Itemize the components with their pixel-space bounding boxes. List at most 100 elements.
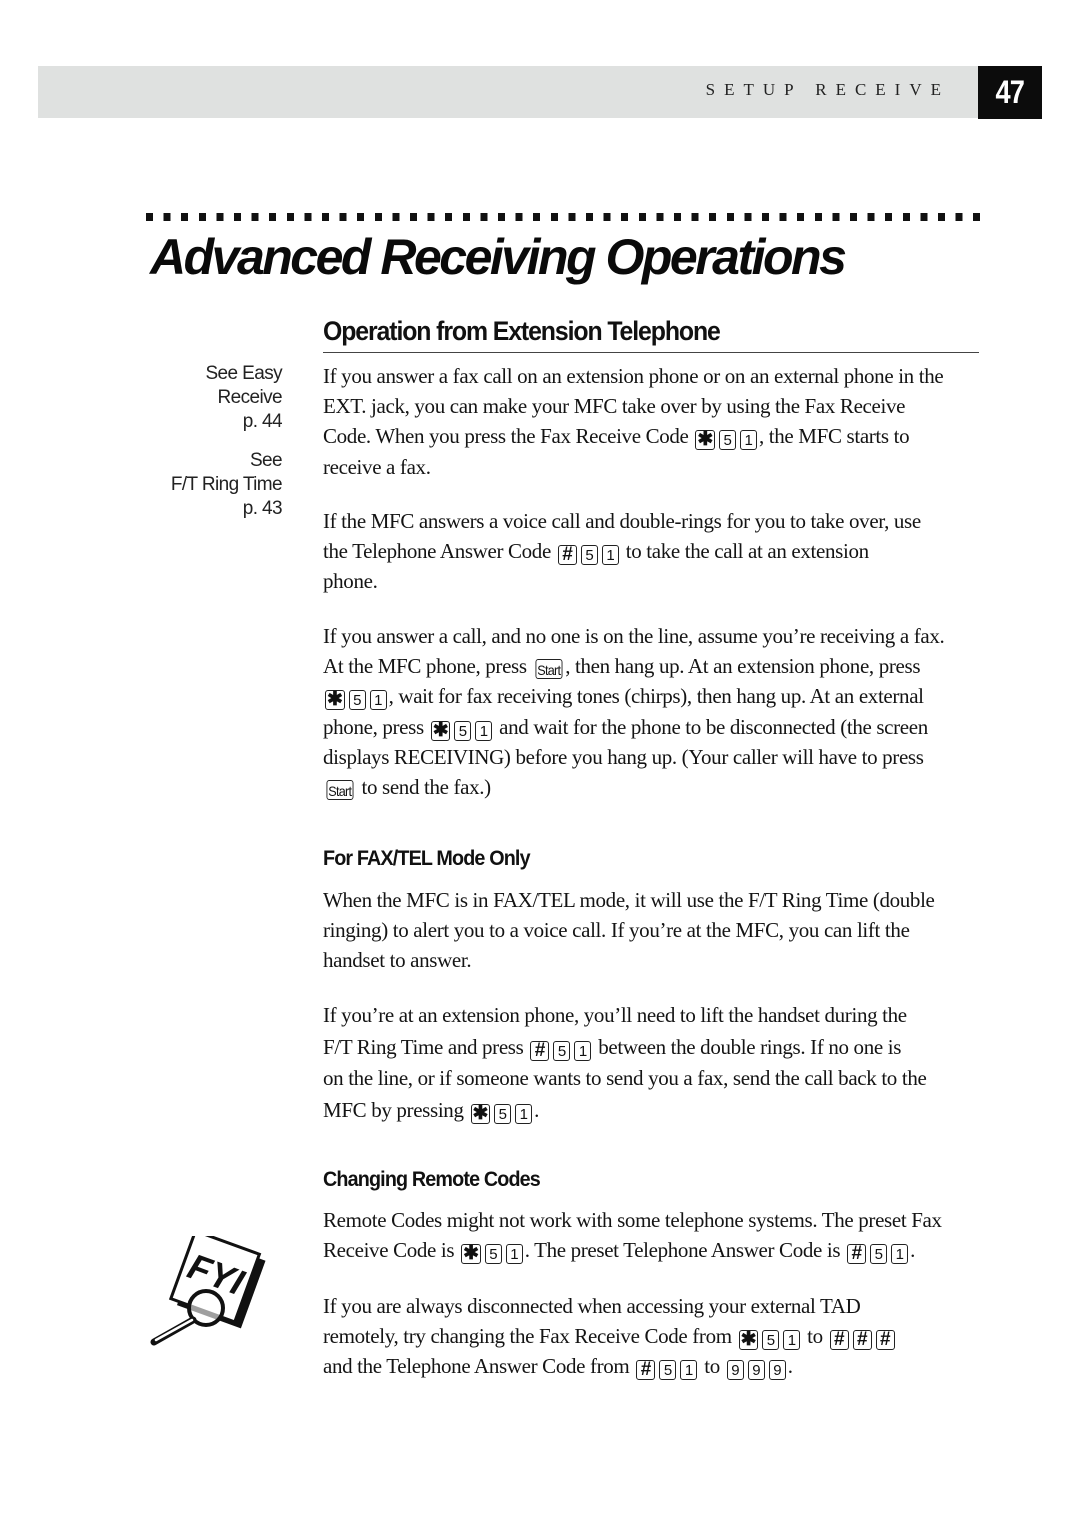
key-5-icon: 5 xyxy=(870,1244,888,1265)
paragraph-preset-codes: Remote Codes might not work with some te… xyxy=(323,1205,983,1265)
key-1-icon: 1 xyxy=(475,720,493,741)
text: F/T Ring Time and press xyxy=(323,1034,524,1059)
key-1-icon: 1 xyxy=(740,430,757,451)
text-line: Code. When you press the Fax Receive Cod… xyxy=(323,421,983,451)
side-note-line: See Easy xyxy=(205,363,282,384)
key-1-icon: 1 xyxy=(891,1244,909,1265)
text-line: displays RECEIVING) before you hang up. … xyxy=(323,744,924,769)
text: Code. When you press the Fax Receive Cod… xyxy=(323,424,689,449)
dotted-rule xyxy=(146,213,982,221)
paragraph-extension-handset: If you’re at an extension phone, you’ll … xyxy=(323,1000,983,1126)
key-5-icon: 5 xyxy=(348,690,366,711)
key-5-icon: 5 xyxy=(580,545,598,566)
text-line: If you answer a call, and no one is on t… xyxy=(323,624,945,648)
hash-key-icon: # xyxy=(847,1244,867,1265)
text-line: When the MFC is in FAX/TEL mode, it will… xyxy=(323,888,935,912)
text-line: the Telephone Answer Code #5 1 to take th… xyxy=(323,536,983,566)
text: , the MFC starts to xyxy=(759,424,910,449)
text-line: MFC by pressing ✱ 5 1. xyxy=(323,1095,983,1127)
text: Receive Code is xyxy=(323,1238,455,1263)
text-line: receive a fax. xyxy=(323,454,431,479)
text: . xyxy=(534,1097,539,1122)
key-9-icon: 9 xyxy=(747,1360,765,1381)
text: and the Telephone Answer Code from xyxy=(323,1354,630,1379)
text: At the MFC phone, press xyxy=(323,654,527,679)
key-9-icon: 9 xyxy=(768,1360,786,1381)
side-note-line: p. 44 xyxy=(242,411,283,432)
key-5-icon: 5 xyxy=(454,720,472,741)
star-key-icon: ✱ xyxy=(695,429,715,451)
text: . xyxy=(787,1354,793,1379)
key-5-icon: 5 xyxy=(762,1330,780,1351)
key-1-icon: 1 xyxy=(601,545,619,566)
star-key-icon: ✱ xyxy=(470,1102,491,1124)
text-line: If the MFC answers a voice call and doub… xyxy=(323,509,921,533)
side-note-line: Receive xyxy=(217,387,283,408)
text: . xyxy=(910,1238,915,1263)
text: between the double rings. If no one is xyxy=(598,1034,902,1059)
hash-key-icon: # xyxy=(557,545,577,566)
text-line: Start to send the fax.) xyxy=(323,772,983,802)
start-key-icon: Start xyxy=(326,780,354,801)
text: and wait for the phone to be disconnecte… xyxy=(499,714,928,739)
text-line: EXT. jack, you can make your MFC take ov… xyxy=(323,394,906,419)
section-title: Operation from Extension Telephone xyxy=(323,316,721,346)
text-line: F/T Ring Time and press #5 1 between the … xyxy=(323,1032,983,1064)
page-number-text: 47 xyxy=(995,74,1025,110)
chapter-title: Advanced Receiving Operations xyxy=(150,229,847,285)
star-key-icon: ✱ xyxy=(738,1329,759,1351)
key-5-icon: 5 xyxy=(719,430,736,451)
text-line: At the MFC phone, press Start, then hang… xyxy=(323,651,983,681)
star-key-icon: ✱ xyxy=(325,689,345,711)
key-5-icon: 5 xyxy=(553,1040,571,1061)
hash-key-icon: # xyxy=(852,1330,872,1351)
magnifier-handle-highlight xyxy=(154,1318,194,1342)
side-note-ft-ring-time: See F/T Ring Time p. 43 xyxy=(170,449,283,521)
hash-key-icon: # xyxy=(829,1330,849,1351)
text-line: on the line, or if someone wants to send… xyxy=(323,1066,927,1090)
text-line: If you answer a fax call on an extension… xyxy=(323,364,944,388)
text-line: If you’re at an extension phone, you’ll … xyxy=(323,1003,907,1027)
key-1-icon: 1 xyxy=(369,690,387,711)
text-line: Receive Code is ✱ 5 1. The preset Telephon… xyxy=(323,1235,983,1265)
hash-key-icon: # xyxy=(530,1040,550,1061)
text: . The preset Telephone Answer Code is xyxy=(524,1238,841,1263)
text: to take the call at an extension xyxy=(625,539,869,564)
text-line: If you are always disconnected when acce… xyxy=(323,1294,861,1318)
text-line: remotely, try changing the Fax Receive C… xyxy=(323,1321,983,1351)
side-note-line: p. 43 xyxy=(242,498,283,519)
key-1-icon: 1 xyxy=(783,1330,801,1351)
text: to xyxy=(704,1354,720,1379)
text-line: handset to answer. xyxy=(323,948,472,973)
text-line: ringing) to alert you to a voice call. I… xyxy=(323,918,910,943)
key-1-icon: 1 xyxy=(515,1103,533,1124)
side-note-easy-receive: See Easy Receive p. 44 xyxy=(205,362,282,434)
key-1-icon: 1 xyxy=(505,1244,523,1265)
paragraph-fax-tel-mode: When the MFC is in FAX/TEL mode, it will… xyxy=(323,885,983,976)
section-rule xyxy=(323,352,979,353)
text: phone, press xyxy=(323,714,424,739)
star-key-icon: ✱ xyxy=(461,1243,481,1265)
star-key-icon: ✱ xyxy=(430,719,451,741)
key-5-icon: 5 xyxy=(484,1244,502,1265)
side-note-line: F/T Ring Time xyxy=(170,474,283,495)
running-header-label: SETUP RECEIVE xyxy=(705,80,950,99)
paragraph-change-codes: If you are always disconnected when acce… xyxy=(323,1291,983,1382)
text: MFC by pressing xyxy=(323,1097,464,1122)
hash-key-icon: # xyxy=(875,1330,895,1351)
paragraph-telephone-answer: If the MFC answers a voice call and doub… xyxy=(323,506,983,597)
text-line: ✱ 5 1, wait for fax receiving tones (chirp… xyxy=(323,681,983,711)
paragraph-fax-receive: If you answer a fax call on an extension… xyxy=(323,361,983,482)
page-number: 47 xyxy=(978,66,1042,119)
text: remotely, try changing the Fax Receive C… xyxy=(323,1324,732,1349)
text-line: Remote Codes might not work with some te… xyxy=(323,1208,942,1232)
key-5-icon: 5 xyxy=(659,1360,677,1381)
key-9-icon: 9 xyxy=(726,1360,744,1381)
text-line: phone. xyxy=(323,569,378,594)
text: to xyxy=(807,1324,823,1349)
text-line: phone, press ✱ 5 1 and wait for the phone … xyxy=(323,712,983,742)
key-5-icon: 5 xyxy=(494,1103,512,1124)
text: to send the fax.) xyxy=(361,775,491,800)
key-1-icon: 1 xyxy=(574,1040,592,1061)
hash-key-icon: # xyxy=(636,1360,656,1381)
